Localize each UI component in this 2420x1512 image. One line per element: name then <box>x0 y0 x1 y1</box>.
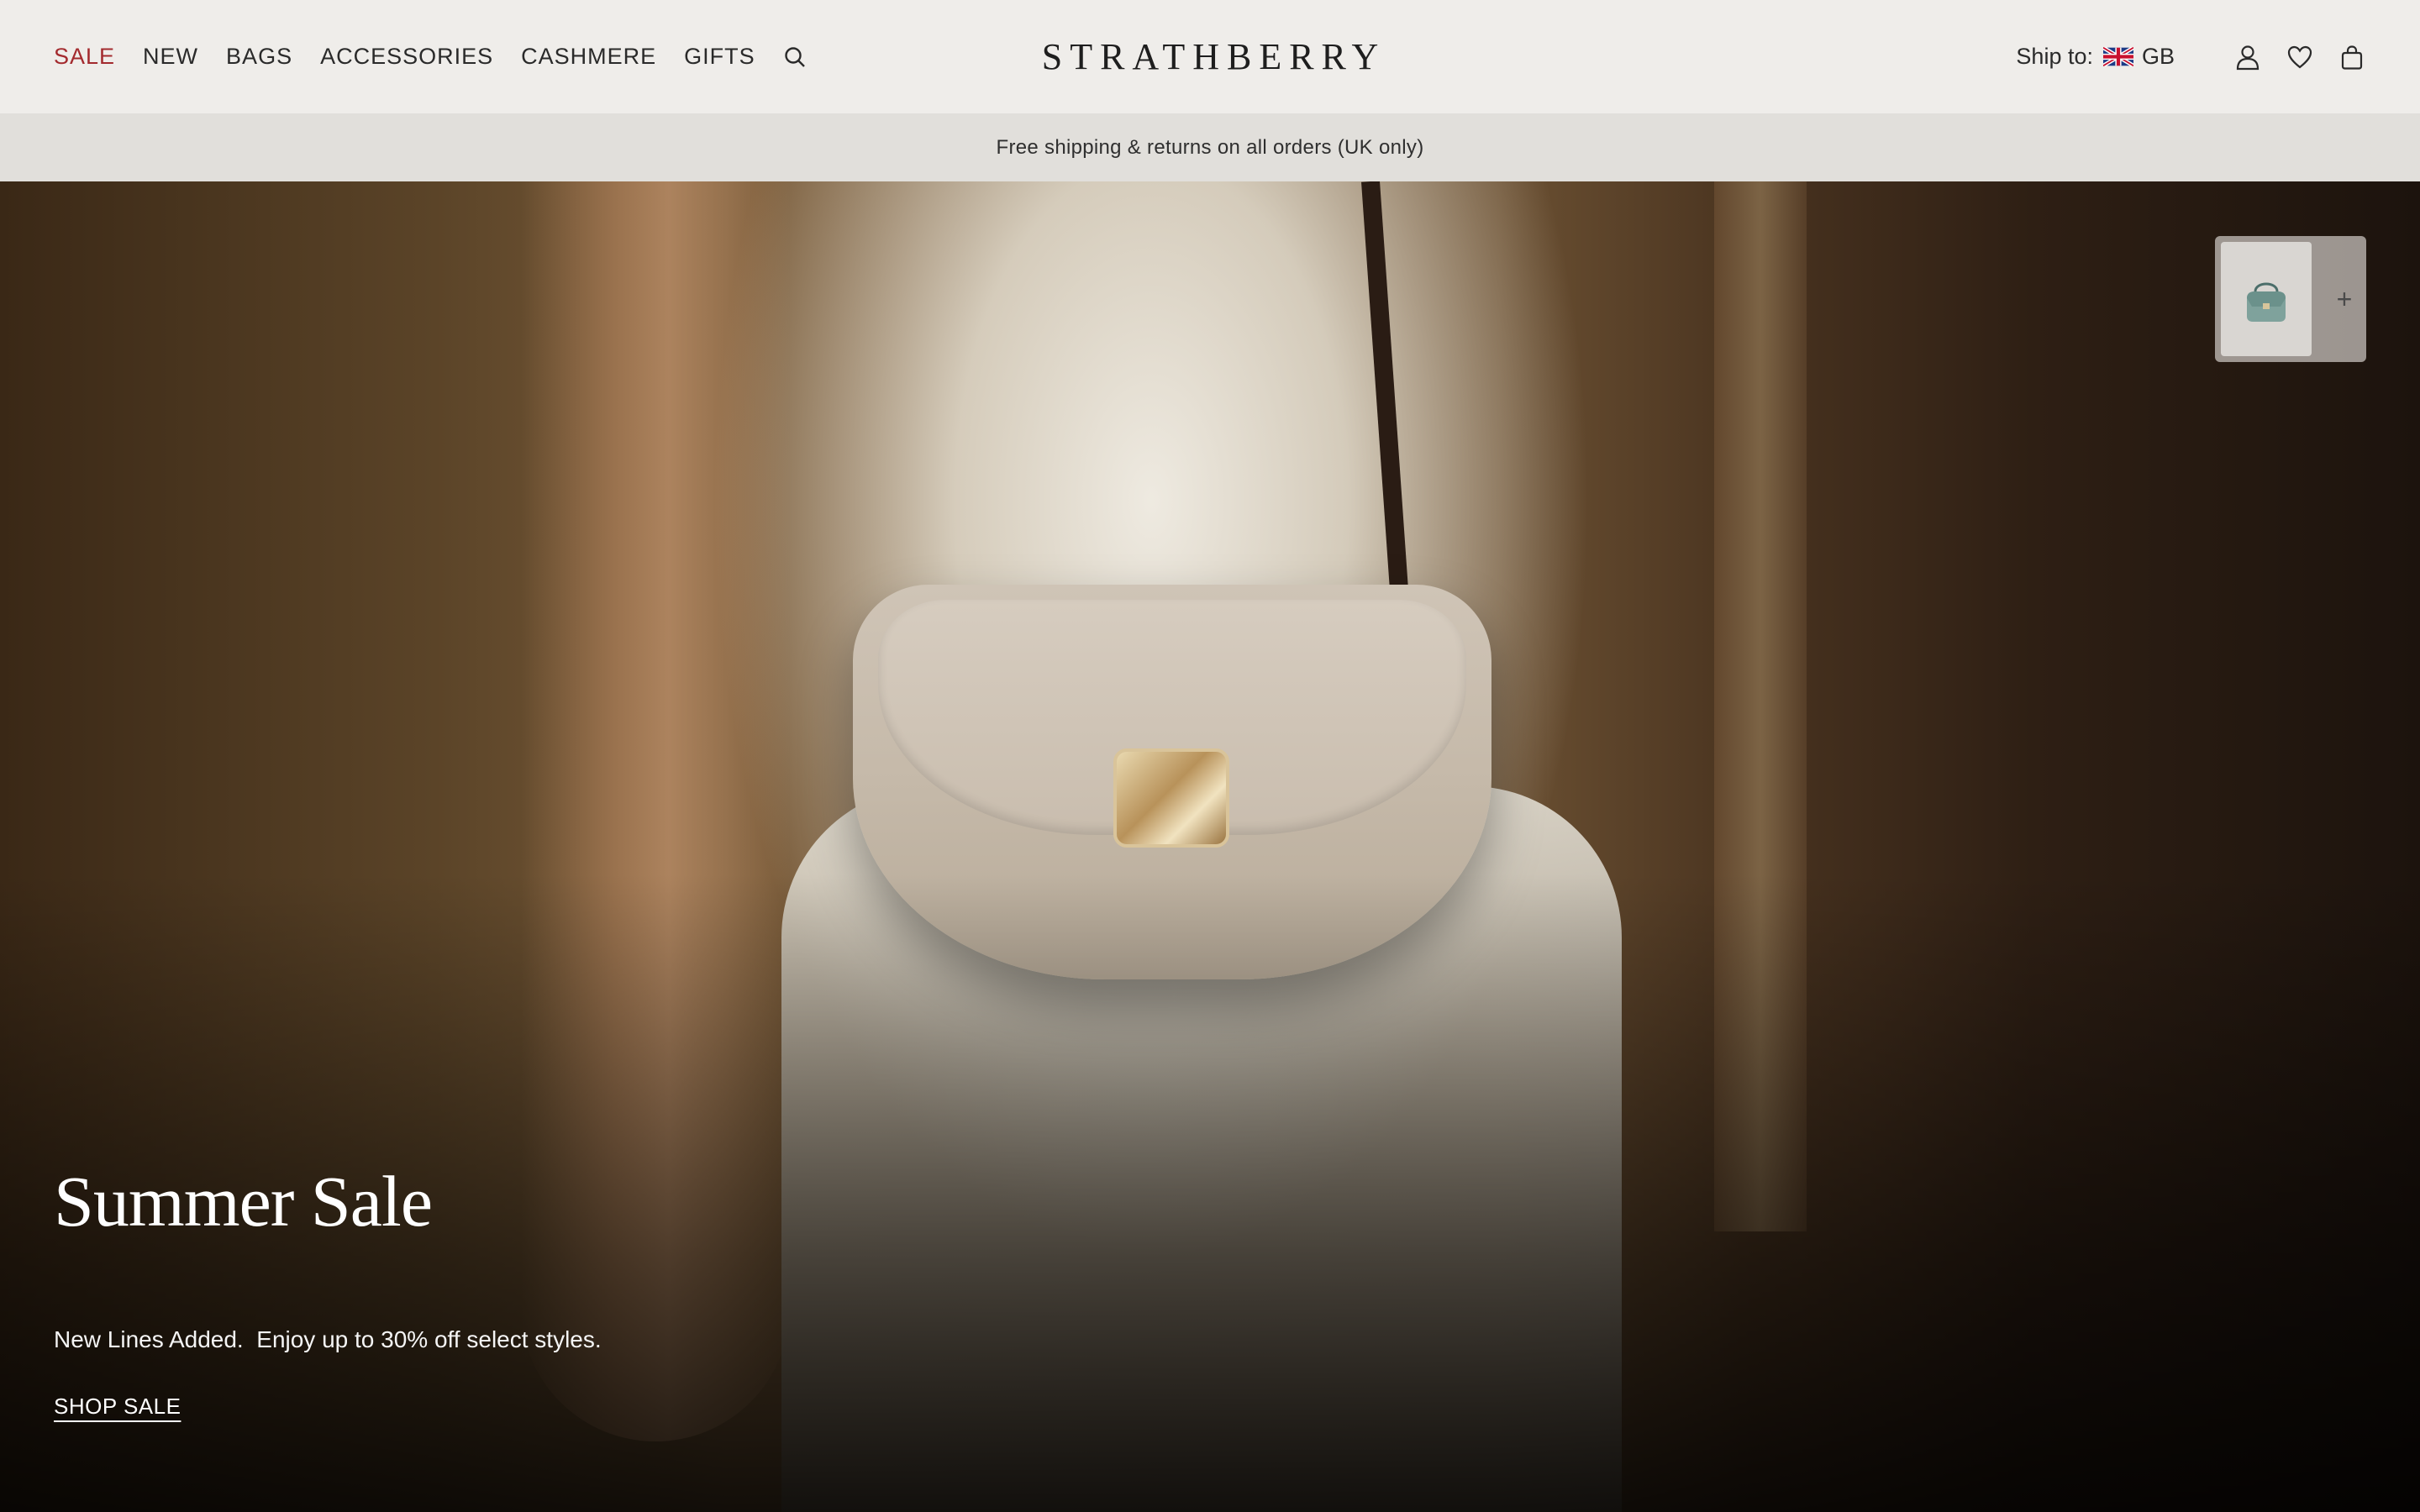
hero-text-block: Summer Sale New Lines Added. Enjoy up to… <box>54 1159 1062 1512</box>
handbag-thumbnail-icon <box>2247 282 2286 322</box>
ship-country: GB <box>2141 44 2175 69</box>
search-icon[interactable] <box>783 45 807 69</box>
promo-text[interactable]: Free shipping & returns on all orders (U… <box>997 136 1424 160</box>
shop-sale-link[interactable]: SHOP SALE <box>54 1394 181 1420</box>
expand-plus-icon[interactable]: + <box>2323 236 2366 362</box>
promo-banner: Free shipping & returns on all orders (U… <box>0 113 2420 181</box>
brand-logo[interactable]: STRATHBERRY <box>1034 35 1386 78</box>
nav-cashmere[interactable]: CASHMERE <box>521 44 656 70</box>
nav-accessories[interactable]: ACCESSORIES <box>320 44 493 70</box>
nav-gifts[interactable]: GIFTS <box>684 44 755 70</box>
main-nav: SALE NEW BAGS ACCESSORIES CASHMERE GIFTS <box>54 0 807 113</box>
uk-flag-icon <box>2102 47 2133 66</box>
wishlist-heart-icon[interactable] <box>2286 43 2314 71</box>
account-icon[interactable] <box>2233 43 2262 71</box>
hero-subtitle: New Lines Added. Enjoy up to 30% off sel… <box>54 1326 602 1352</box>
hero-bag-strap <box>1361 181 1411 618</box>
ship-to-label: Ship to: <box>2016 44 2093 69</box>
site-header: SALE NEW BAGS ACCESSORIES CASHMERE GIFTS… <box>0 0 2420 113</box>
nav-bags[interactable]: BAGS <box>226 44 292 70</box>
nav-sale[interactable]: SALE <box>54 44 115 70</box>
ship-to-selector[interactable]: Ship to: GB <box>2016 44 2175 70</box>
nav-new[interactable]: NEW <box>143 44 198 70</box>
hero-title: Summer Sale <box>54 1161 433 1242</box>
product-quick-view-widget: + <box>2215 236 2366 362</box>
shopping-bag-icon[interactable] <box>2338 43 2366 71</box>
header-tools: Ship to: GB <box>2016 0 2366 113</box>
hero-banner[interactable]: Summer Sale New Lines Added. Enjoy up to… <box>0 181 2420 1512</box>
handbag-clasp <box>1113 748 1229 848</box>
product-thumbnail[interactable] <box>2221 242 2312 356</box>
